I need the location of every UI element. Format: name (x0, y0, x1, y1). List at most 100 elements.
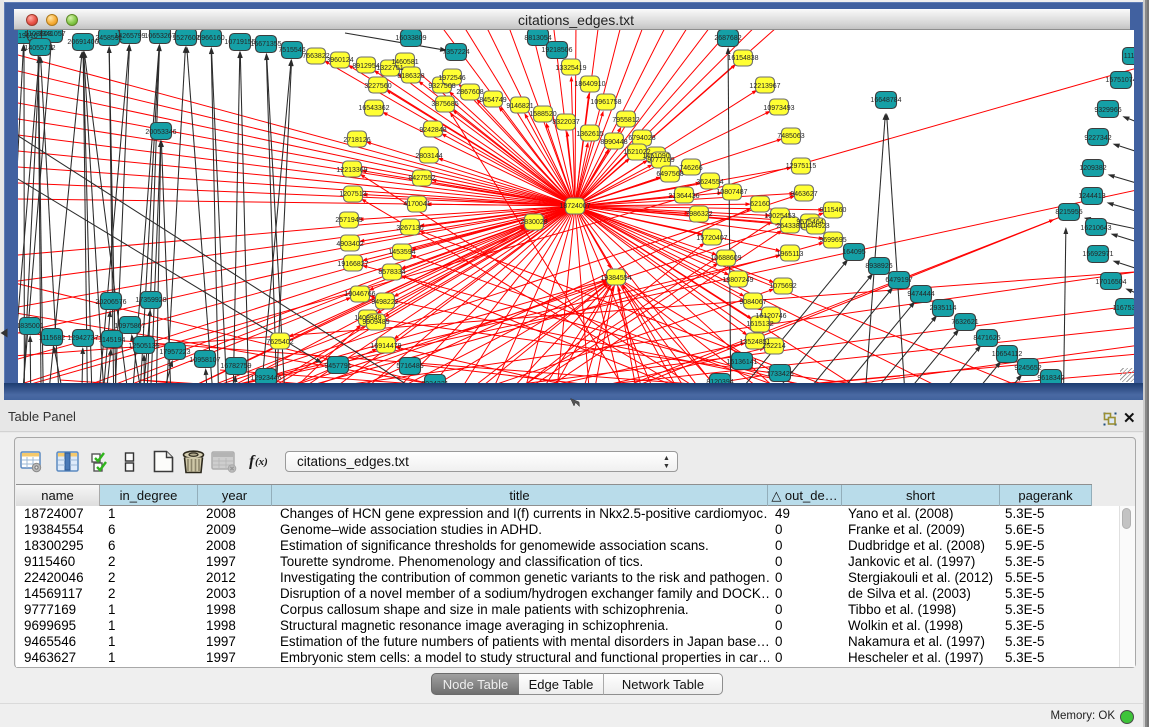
svg-text:9474444: 9474444 (907, 291, 934, 298)
svg-text:2867608: 2867608 (456, 89, 483, 96)
svg-text:164095: 164095 (842, 249, 865, 256)
svg-text:9146821: 9146821 (506, 103, 533, 110)
svg-text:12942737: 12942737 (67, 335, 98, 342)
svg-text:16782759: 16782759 (220, 363, 251, 370)
svg-text:1322751: 1322751 (376, 65, 403, 72)
svg-text:17957223: 17957223 (159, 349, 190, 356)
svg-text:7485063: 7485063 (777, 133, 804, 140)
svg-text:19384554: 19384554 (600, 275, 631, 282)
svg-text:15692971: 15692971 (1082, 251, 1113, 258)
svg-text:6966160: 6966160 (197, 35, 224, 42)
svg-text:17016504: 17016504 (1095, 279, 1126, 286)
svg-text:16671355: 16671355 (250, 41, 281, 48)
svg-text:14055712: 14055712 (24, 45, 55, 52)
svg-text:20206576: 20206576 (95, 299, 126, 306)
svg-text:11124: 11124 (1124, 53, 1134, 60)
svg-text:17359928: 17359928 (135, 297, 166, 304)
svg-text:8454749: 8454749 (479, 97, 506, 104)
svg-text:1444923: 1444923 (802, 223, 829, 230)
svg-text:16914479: 16914479 (370, 343, 401, 350)
svg-text:62160: 62160 (750, 201, 770, 208)
svg-text:2803144: 2803144 (415, 153, 442, 160)
svg-text:4170041: 4170041 (403, 201, 430, 208)
svg-text:2935114: 2935114 (930, 305, 957, 312)
svg-text:1588520: 1588520 (529, 111, 556, 118)
svg-text:1145194: 1145194 (99, 337, 126, 344)
svg-text:6479197: 6479197 (885, 277, 912, 284)
svg-text:12213369: 12213369 (336, 167, 367, 174)
svg-text:19218506: 19218506 (541, 47, 572, 54)
svg-text:2687682: 2687682 (714, 35, 741, 42)
svg-text:10961758: 10961758 (590, 99, 621, 106)
svg-text:3875685: 3875685 (431, 101, 458, 108)
svg-text:2571945: 2571945 (335, 217, 362, 224)
svg-text:1167534: 1167534 (1113, 305, 1134, 312)
svg-text:18724007: 18724007 (559, 203, 590, 210)
svg-text:9327508: 9327508 (428, 83, 455, 90)
svg-text:6497568: 6497568 (656, 171, 683, 178)
svg-text:2718126: 2718126 (343, 137, 370, 144)
svg-text:10688609: 10688609 (710, 255, 741, 262)
svg-text:(x): (x) (255, 456, 268, 468)
svg-text:1733426: 1733426 (766, 371, 793, 378)
svg-text:9618342: 9618342 (1037, 375, 1064, 382)
svg-text:20691406: 20691406 (67, 39, 98, 46)
svg-text:8322037: 8322037 (552, 119, 579, 126)
svg-text:16210643: 16210643 (1080, 225, 1111, 232)
svg-text:1965113: 1965113 (777, 251, 804, 258)
svg-text:8186328: 8186328 (397, 73, 424, 80)
svg-text:9909489: 9909489 (362, 319, 389, 326)
svg-text:252214: 252214 (762, 343, 785, 350)
svg-text:9084067: 9084067 (739, 299, 766, 306)
svg-text:9498222: 9498222 (371, 299, 398, 306)
svg-text:1075692: 1075692 (769, 283, 796, 290)
svg-text:1207513: 1207513 (339, 191, 366, 198)
svg-text:10975867: 10975867 (114, 323, 145, 330)
svg-text:3341057: 3341057 (38, 31, 65, 38)
svg-text:7955812: 7955812 (612, 117, 639, 124)
svg-text:1115682: 1115682 (39, 335, 65, 342)
svg-text:8990448: 8990448 (600, 139, 627, 146)
svg-text:3227560: 3227560 (364, 83, 391, 90)
svg-text:9463627: 9463627 (790, 191, 817, 198)
svg-text:16033809: 16033809 (395, 35, 426, 42)
svg-text:19166827: 19166827 (337, 261, 368, 268)
svg-text:3267130: 3267130 (396, 225, 423, 232)
svg-text:16154838: 16154838 (727, 55, 758, 62)
svg-text:14265799: 14265799 (114, 33, 145, 40)
svg-text:15720407: 15720407 (696, 235, 727, 242)
svg-text:12975115: 12975115 (786, 163, 817, 170)
svg-text:3624554: 3624554 (696, 179, 723, 186)
svg-text:9245652: 9245652 (1014, 365, 1041, 372)
svg-text:16120746: 16120746 (755, 313, 786, 320)
svg-text:12213967: 12213967 (749, 83, 780, 90)
svg-text:10025453: 10025453 (764, 213, 795, 220)
svg-text:13325419: 13325419 (555, 65, 586, 72)
svg-text:9227342: 9227342 (1084, 135, 1111, 142)
svg-text:1527602: 1527602 (172, 35, 199, 42)
svg-text:12505135: 12505135 (128, 343, 159, 350)
svg-text:8120394: 8120394 (706, 379, 733, 383)
svg-text:10958107: 10958107 (189, 357, 220, 364)
svg-text:1453594: 1453594 (388, 249, 415, 256)
svg-text:10046766: 10046766 (344, 291, 375, 298)
svg-text:20053346: 20053346 (145, 129, 176, 136)
svg-text:6794028: 6794028 (628, 135, 655, 142)
svg-text:9934221: 9934221 (421, 381, 448, 383)
svg-text:2830029: 2830029 (520, 219, 547, 226)
svg-text:9242848: 9242848 (419, 127, 446, 134)
svg-text:8578334: 8578334 (378, 269, 405, 276)
svg-text:1362615: 1362615 (576, 131, 603, 138)
svg-text:8215955: 8215955 (1055, 209, 1082, 216)
svg-text:10973493: 10973493 (763, 105, 794, 112)
svg-text:18640910: 18640910 (574, 81, 605, 88)
svg-text:7632621: 7632621 (951, 319, 978, 326)
svg-text:12923446: 12923446 (250, 375, 281, 382)
svg-text:8938926: 8938926 (865, 263, 892, 270)
svg-text:1244413: 1244413 (1078, 193, 1105, 200)
svg-text:746266: 746266 (679, 165, 702, 172)
svg-text:9115460: 9115460 (820, 207, 847, 214)
svg-text:7625402: 7625402 (266, 339, 293, 346)
svg-text:15136141: 15136141 (726, 359, 757, 366)
svg-text:21364436: 21364436 (668, 193, 699, 200)
